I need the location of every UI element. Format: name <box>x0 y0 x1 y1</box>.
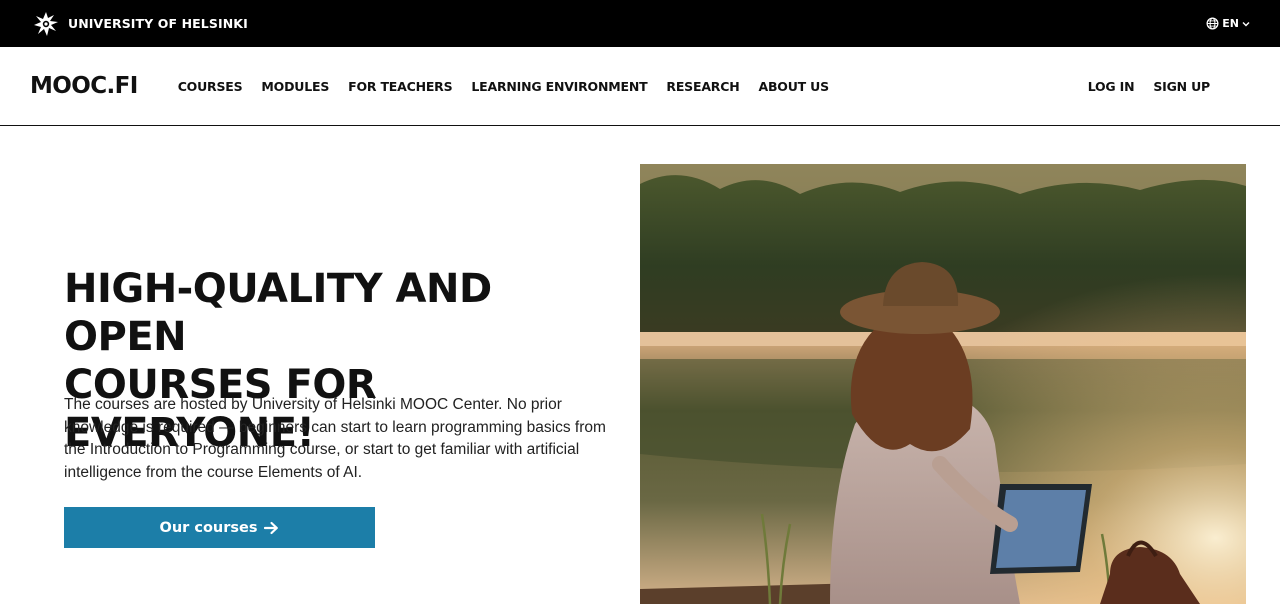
hero-image <box>640 164 1246 604</box>
university-link[interactable]: UNIVERSITY OF HELSINKI <box>32 10 248 38</box>
university-logo-icon <box>34 11 58 36</box>
arrow-right-icon <box>264 521 279 534</box>
login-link[interactable]: LOG IN <box>1088 79 1135 94</box>
nav-courses[interactable]: COURSES <box>178 79 243 94</box>
nav-about-us[interactable]: ABOUT US <box>758 79 829 94</box>
nav-for-teachers[interactable]: FOR TEACHERS <box>348 79 452 94</box>
nav-modules[interactable]: MODULES <box>261 79 329 94</box>
signup-link[interactable]: SIGN UP <box>1153 79 1210 94</box>
hero-description: The courses are hosted by University of … <box>64 396 606 481</box>
hero-photo <box>640 164 1246 604</box>
globe-icon <box>1206 17 1219 30</box>
university-bar: UNIVERSITY OF HELSINKI EN <box>0 0 1280 47</box>
auth-links: LOG IN SIGN UP <box>1088 47 1211 126</box>
chevron-down-icon <box>1242 21 1250 26</box>
nav-learning-environment[interactable]: LEARNING ENVIRONMENT <box>471 79 647 94</box>
nav-research[interactable]: RESEARCH <box>666 79 739 94</box>
hero-title-line-1: HIGH-QUALITY AND OPEN <box>64 266 492 360</box>
university-name: UNIVERSITY OF HELSINKI <box>68 16 248 31</box>
language-label: EN <box>1222 17 1239 30</box>
language-selector[interactable]: EN <box>1206 17 1250 30</box>
brand-logo[interactable]: MOOC.FI <box>30 73 138 99</box>
our-courses-label: Our courses <box>159 519 258 536</box>
main-navigation: MOOC.FI COURSES MODULES FOR TEACHERS LEA… <box>0 47 1280 126</box>
our-courses-button[interactable]: Our courses <box>64 507 375 548</box>
nav-links: COURSES MODULES FOR TEACHERS LEARNING EN… <box>178 79 829 94</box>
